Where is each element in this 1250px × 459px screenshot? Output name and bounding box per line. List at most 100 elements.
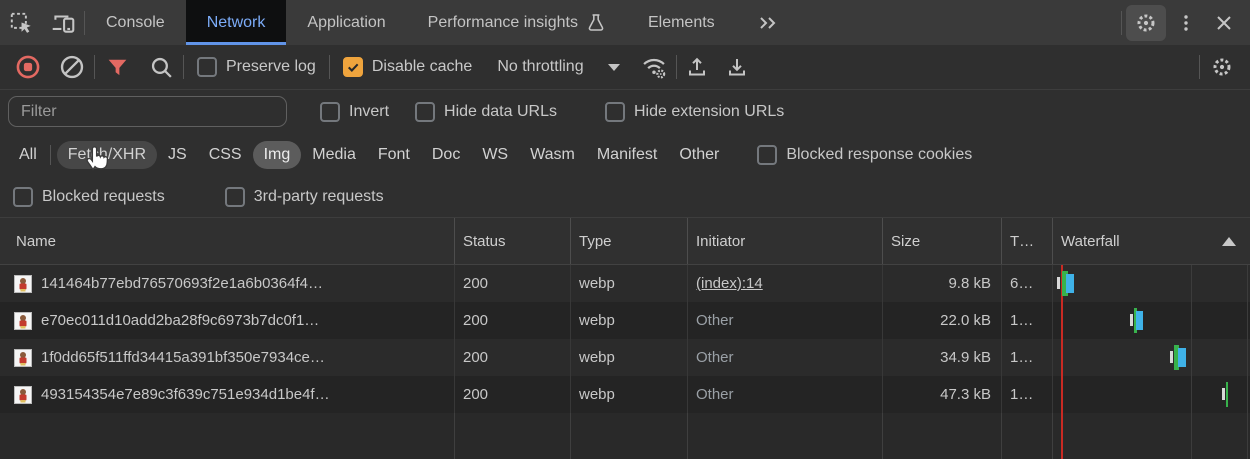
gear-icon [1134,11,1158,35]
device-toolbar-icon [50,10,76,36]
network-conditions-button[interactable] [632,50,676,84]
blocked-response-cookies-control[interactable]: Blocked response cookies [744,145,985,165]
request-type: webp [579,312,615,329]
blocked-response-cookies-checkbox[interactable] [757,145,777,165]
column-header-waterfall[interactable]: Waterfall [1053,218,1250,264]
request-initiator-link[interactable]: (index):14 [696,275,763,292]
filter-toggle-button[interactable] [95,50,139,84]
type-filter-js[interactable]: JS [157,141,198,169]
invert-label: Invert [349,103,389,121]
type-filter-manifest[interactable]: Manifest [586,141,668,169]
devtools-settings-button[interactable] [1126,5,1166,41]
tab-console[interactable]: Console [85,0,186,45]
tab-application[interactable]: Application [286,0,406,45]
gear-icon [1210,55,1234,79]
hide-extension-urls-checkbox[interactable] [605,102,625,122]
tab-application-label: Application [307,14,385,32]
type-filter-media[interactable]: Media [301,141,367,169]
type-filter-other[interactable]: Other [668,141,730,169]
close-devtools-button[interactable] [1206,13,1242,33]
waterfall-cell [1053,302,1250,339]
table-row[interactable]: 493154354e7e89c3f639c751e934d1be4f… 200 … [0,376,1250,413]
waterfall-cell [1053,265,1250,302]
request-size: 47.3 kB [940,386,991,403]
column-header-type[interactable]: Type [571,218,688,264]
inspect-element-button[interactable] [0,0,42,45]
column-header-name[interactable]: Name [0,218,455,264]
clear-network-log-button[interactable] [50,50,94,84]
type-filter-css[interactable]: CSS [198,141,253,169]
blocked-requests-control[interactable]: Blocked requests [0,187,178,207]
third-party-requests-control[interactable]: 3rd-party requests [212,187,397,207]
request-initiator: Other [696,386,734,403]
chevron-down-icon [608,64,620,71]
table-header: Name Status Type Initiator Size T… Water… [0,218,1250,265]
devtools-menu-button[interactable] [1170,13,1202,33]
column-header-size[interactable]: Size [883,218,1002,264]
table-body: 141464b77ebd76570693f2e1a6b0364f4… 200 w… [0,265,1250,459]
devtools-window: Console Network Application Performance … [0,0,1250,459]
disable-cache-control[interactable]: Disable cache [330,57,486,77]
export-har-button[interactable] [717,50,757,84]
image-thumbnail-icon [14,349,32,367]
tabbar-right-separator [1121,11,1122,35]
tab-performance-insights-label: Performance insights [428,14,578,32]
type-filter-font[interactable]: Font [367,141,421,169]
clear-icon [59,54,85,80]
throttling-value: No throttling [497,58,583,76]
request-status: 200 [463,312,488,329]
request-name: 493154354e7e89c3f639c751e934d1be4f… [41,386,330,403]
funnel-icon [105,55,130,80]
request-status: 200 [463,275,488,292]
import-har-button[interactable] [677,50,717,84]
network-settings-button[interactable] [1200,50,1244,84]
kebab-menu-icon [1176,13,1196,33]
blocked-requests-checkbox[interactable] [13,187,33,207]
column-header-time[interactable]: T… [1002,218,1053,264]
tab-console-label: Console [106,14,165,32]
type-filter-all[interactable]: All [8,141,48,169]
tab-network[interactable]: Network [186,0,287,45]
table-row[interactable]: e70ec011d10add2ba28f9c6973b7dc0f1… 200 w… [0,302,1250,339]
toggle-device-toolbar-button[interactable] [42,0,84,45]
request-size: 9.8 kB [948,275,991,292]
invert-control[interactable]: Invert [307,102,402,122]
hide-data-urls-control[interactable]: Hide data URLs [402,102,570,122]
search-button[interactable] [139,50,183,84]
record-network-log-button[interactable] [6,50,50,84]
hide-data-urls-label: Hide data URLs [444,103,557,121]
type-filter-wasm[interactable]: Wasm [519,141,586,169]
preserve-log-checkbox[interactable] [197,57,217,77]
preserve-log-control[interactable]: Preserve log [184,57,329,77]
column-header-status[interactable]: Status [455,218,571,264]
hide-extension-urls-control[interactable]: Hide extension URLs [592,102,797,122]
type-filter-doc[interactable]: Doc [421,141,471,169]
mouse-cursor-pointer-icon [84,144,108,172]
more-tabs-button[interactable] [736,0,800,45]
throttling-dropdown[interactable]: No throttling [485,58,631,76]
table-row[interactable]: 141464b77ebd76570693f2e1a6b0364f4… 200 w… [0,265,1250,302]
column-header-status-label: Status [463,233,506,250]
column-header-size-label: Size [891,233,920,250]
request-size: 34.9 kB [940,349,991,366]
request-time: 1… [1010,349,1033,366]
third-party-requests-checkbox[interactable] [225,187,245,207]
image-thumbnail-icon [14,275,32,293]
tab-performance-insights[interactable]: Performance insights [407,0,627,45]
check-icon [346,60,360,74]
disable-cache-checkbox[interactable] [343,57,363,77]
table-row[interactable]: 1f0dd65f511ffd34415a391bf350e7934ce… 200… [0,339,1250,376]
third-party-requests-label: 3rd-party requests [254,188,384,206]
flask-icon [586,13,606,33]
filter-input[interactable] [8,96,287,127]
network-toolbar: Preserve log Disable cache No throttling [0,45,1250,90]
invert-checkbox[interactable] [320,102,340,122]
type-filter-ws[interactable]: WS [471,141,519,169]
type-filter-img[interactable]: Img [253,141,302,169]
tab-elements[interactable]: Elements [627,0,736,45]
hide-data-urls-checkbox[interactable] [415,102,435,122]
panel-tab-bar: Console Network Application Performance … [0,0,1250,45]
column-header-type-label: Type [579,233,612,250]
request-name: 1f0dd65f511ffd34415a391bf350e7934ce… [41,349,325,366]
column-header-initiator[interactable]: Initiator [688,218,883,264]
